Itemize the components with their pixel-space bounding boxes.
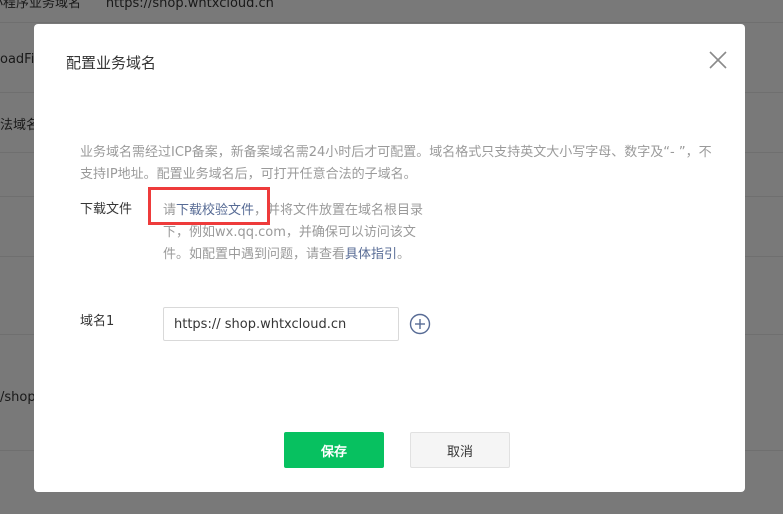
close-button[interactable]	[706, 48, 730, 72]
download-suffix: 。	[397, 247, 411, 262]
domain-1-label: 域名1	[80, 314, 115, 329]
dialog-description: 业务域名需经过ICP备案，新备案域名需24小时后才可配置。域名格式只支持英文大小…	[80, 145, 712, 182]
download-verify-file-link[interactable]: 下载校验文件	[176, 203, 254, 218]
close-icon	[709, 51, 727, 69]
download-instructions: 请下载校验文件，并将文件放置在域名根目录下，例如wx.qq.com，并确保可以访…	[163, 200, 435, 266]
configure-domain-dialog: 配置业务域名 业务域名需经过ICP备案，新备案域名需24小时后才可配置。域名格式…	[34, 24, 745, 492]
cancel-button[interactable]: 取消	[410, 432, 510, 468]
dialog-title: 配置业务域名	[66, 54, 157, 72]
download-file-label: 下载文件	[80, 202, 133, 217]
guide-link[interactable]: 具体指引	[345, 247, 397, 262]
download-prefix: 请	[163, 203, 177, 218]
domain-1-input[interactable]	[163, 307, 399, 341]
add-domain-button[interactable]	[409, 313, 431, 335]
save-button[interactable]: 保存	[284, 432, 384, 468]
plus-circle-icon	[409, 313, 431, 335]
